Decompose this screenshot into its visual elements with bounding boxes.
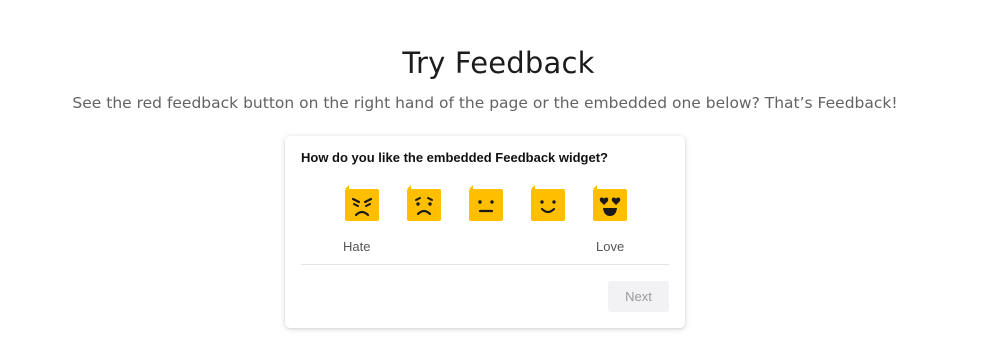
heart-eyes-face-icon — [593, 185, 627, 221]
neutral-face-icon — [469, 185, 503, 221]
rating-option-3[interactable] — [465, 185, 507, 225]
sad-face-icon — [407, 185, 441, 221]
page-subtitle: See the red feedback button on the right… — [72, 94, 898, 112]
rating-option-1[interactable] — [341, 185, 383, 225]
next-button[interactable]: Next — [608, 281, 669, 312]
scale-low-label: Hate — [343, 239, 371, 254]
feedback-widget: How do you like the embedded Feedback wi… — [285, 136, 685, 328]
page-title: Try Feedback — [402, 46, 595, 80]
smile-face-icon — [531, 185, 565, 221]
widget-divider — [301, 264, 669, 265]
rating-option-4[interactable] — [527, 185, 569, 225]
rating-faces — [341, 185, 631, 225]
rating-option-2[interactable] — [403, 185, 445, 225]
widget-question: How do you like the embedded Feedback wi… — [301, 150, 608, 165]
angry-face-icon — [345, 185, 379, 221]
rating-option-5[interactable] — [589, 185, 631, 225]
scale-high-label: Love — [596, 239, 625, 254]
